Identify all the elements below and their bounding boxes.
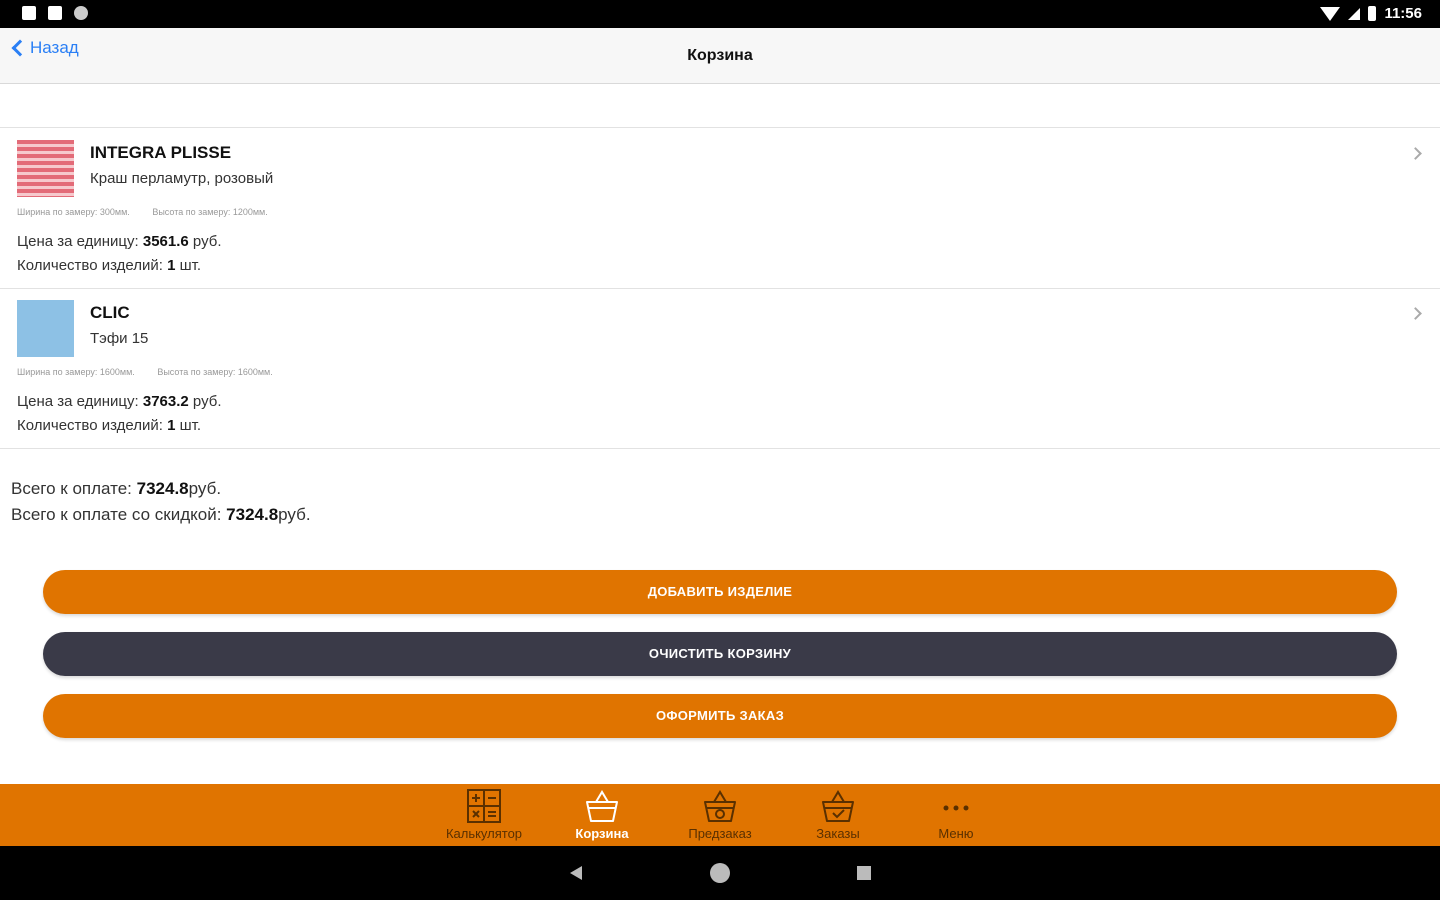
product-dimensions: Ширина по замеру: 1600мм. Высота по заме… (17, 367, 273, 377)
unit-price: Цена за единицу: 3763.2 руб. (17, 393, 222, 410)
cart-item[interactable]: INTEGRA PLISSE Краш перламутр, розовый Ш… (0, 129, 1440, 289)
qty-unit: шт. (179, 417, 202, 434)
tab-orders[interactable]: Заказы (779, 784, 897, 846)
discount-total-line: Всего к оплате со скидкой: 7324.8руб. (11, 502, 311, 528)
add-item-button[interactable]: ДОБАВИТЬ ИЗДЕЛИЕ (43, 570, 1397, 614)
price-unit: руб. (192, 393, 222, 410)
unit-price: Цена за единицу: 3561.6 руб. (17, 233, 222, 250)
tab-cart[interactable]: Корзина (543, 784, 661, 846)
sd-card-icon (48, 6, 62, 20)
tab-preorder[interactable]: Предзаказ (661, 784, 779, 846)
order-totals: Всего к оплате: 7324.8руб. Всего к оплат… (11, 476, 311, 528)
tab-label: Калькулятор (445, 826, 523, 841)
clock: 11:56 (1384, 5, 1422, 22)
status-bar: 11:56 (0, 0, 1440, 28)
product-name: CLIC (90, 303, 130, 322)
tab-calculator[interactable]: Калькулятор (425, 784, 543, 846)
battery-icon (1368, 6, 1377, 21)
qty-unit: шт. (179, 257, 202, 274)
chevron-right-icon (1409, 307, 1422, 320)
height-text: Высота по замеру: 1200мм. (152, 207, 268, 217)
checkout-button[interactable]: ОФОРМИТЬ ЗАКАЗ (43, 694, 1397, 738)
wifi-icon (1320, 6, 1341, 21)
system-back-icon[interactable] (570, 866, 582, 880)
system-status: 11:56 (1320, 5, 1422, 22)
qty-value: 1 (167, 417, 176, 434)
total-line: Всего к оплате: 7324.8руб. (11, 476, 311, 502)
item-quantity: Количество изделий: 1 шт. (17, 417, 201, 434)
basket-icon (586, 790, 618, 822)
price-unit: руб. (192, 233, 222, 250)
total-value: 7324.8 (136, 479, 189, 498)
price-value: 3763.2 (142, 393, 189, 410)
tab-menu[interactable]: Меню (897, 784, 1015, 846)
notification-icons (22, 6, 88, 20)
orders-basket-icon (822, 790, 854, 822)
sync-icon (74, 6, 88, 20)
system-home-icon[interactable] (710, 863, 730, 883)
qty-label: Количество изделий: (17, 417, 163, 434)
product-name: INTEGRA PLISSE (90, 143, 232, 162)
tab-label: Меню (938, 826, 974, 841)
qty-label: Количество изделий: (17, 257, 163, 274)
calculator-icon (467, 789, 501, 823)
system-recents-icon[interactable] (857, 866, 871, 880)
list-header-spacer (0, 85, 1440, 128)
system-navigation-bar (0, 846, 1440, 900)
page-title: Корзина (687, 47, 753, 64)
tab-label: Заказы (816, 826, 860, 841)
product-description: Тэфи 15 (90, 330, 149, 347)
width-text: Ширина по замеру: 1600мм. (17, 367, 135, 377)
width-text: Ширина по замеру: 300мм. (17, 207, 130, 217)
signal-icon (1348, 7, 1361, 20)
discount-total-unit: руб. (278, 505, 311, 524)
discount-total-value: 7324.8 (226, 505, 279, 524)
tab-label: Корзина (575, 826, 629, 841)
product-dimensions: Ширина по замеру: 300мм. Высота по замер… (17, 207, 268, 217)
tab-bar: Калькулятор Корзина Предзаказ Заказы Мен… (0, 784, 1440, 846)
total-unit: руб. (188, 479, 222, 498)
price-label: Цена за единицу: (17, 233, 139, 250)
preorder-basket-icon (704, 790, 736, 822)
product-thumbnail (17, 140, 74, 197)
cart-item[interactable]: CLIC Тэфи 15 Ширина по замеру: 1600мм. В… (0, 289, 1440, 449)
item-quantity: Количество изделий: 1 шт. (17, 257, 201, 274)
clear-cart-button[interactable]: ОЧИСТИТЬ КОРЗИНУ (43, 632, 1397, 676)
tab-label: Предзаказ (688, 826, 752, 841)
price-label: Цена за единицу: (17, 393, 139, 410)
qty-value: 1 (167, 257, 176, 274)
total-label: Всего к оплате: (11, 479, 132, 498)
product-thumbnail (17, 300, 74, 357)
navigation-bar: Назад Корзина (0, 28, 1440, 84)
height-text: Высота по замеру: 1600мм. (157, 367, 273, 377)
price-value: 3561.6 (142, 233, 189, 250)
chevron-right-icon (1409, 147, 1422, 160)
notification-icon (22, 6, 36, 20)
product-description: Краш перламутр, розовый (90, 170, 274, 187)
discount-total-label: Всего к оплате со скидкой: (11, 505, 222, 524)
more-dots-icon (943, 805, 969, 811)
